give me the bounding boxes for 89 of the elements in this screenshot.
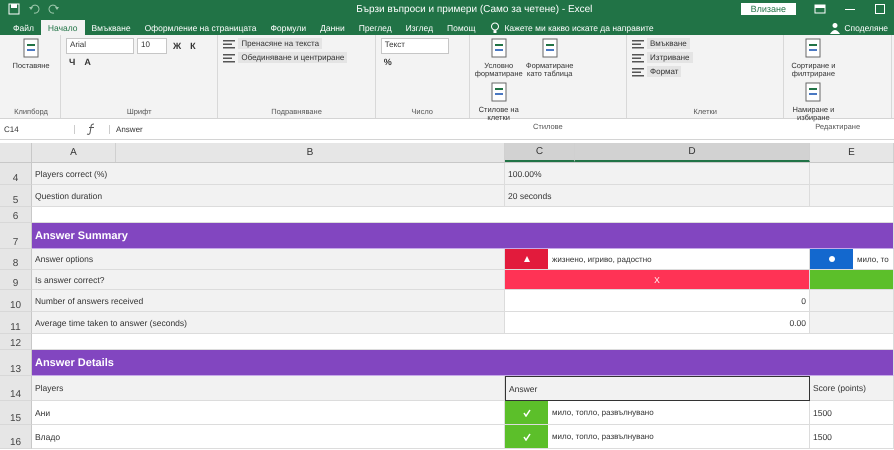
dropdown-field[interactable]: 10 (137, 38, 167, 54)
check-icon (522, 408, 530, 416)
menu-tab[interactable]: Вмъкване (84, 20, 138, 35)
document-icon[interactable] (803, 82, 824, 104)
correctness-cell: X (505, 270, 810, 290)
lines-icon (223, 38, 236, 48)
format-button[interactable]: A (81, 57, 94, 67)
dropdown-field[interactable]: Arial (66, 38, 134, 54)
lines-icon (223, 52, 236, 62)
lines-icon (632, 52, 644, 62)
row-header[interactable]: 6 (0, 207, 32, 223)
row-header[interactable]: 13 (0, 350, 32, 376)
format-button[interactable]: Ч (66, 57, 78, 67)
menu-tab[interactable]: Файл (6, 20, 41, 35)
table-cell: Question duration (32, 185, 505, 207)
document-icon[interactable] (488, 38, 509, 60)
table-cell: Is answer correct? (32, 270, 505, 290)
lightbulb-icon (490, 22, 500, 34)
table-cell: Владо (32, 425, 505, 449)
lines-icon (632, 66, 644, 76)
column-header[interactable]: C (505, 143, 575, 162)
tell-me-search[interactable]: Кажете ми какво искате да направите (504, 22, 654, 32)
menu-tab[interactable]: Помощ (440, 20, 482, 35)
maximize-icon[interactable] (874, 3, 886, 15)
circle-icon (828, 255, 836, 263)
table-cell: Players (32, 376, 505, 401)
table-cell: Players correct (%) (32, 163, 505, 185)
row-header[interactable]: 9 (0, 270, 32, 290)
row-header[interactable]: 7 (0, 223, 32, 249)
document-icon[interactable] (21, 38, 41, 60)
document-icon[interactable] (540, 38, 560, 60)
table-cell: 100.00% (505, 163, 810, 185)
redo-icon[interactable] (48, 3, 60, 15)
document-icon[interactable] (803, 38, 824, 60)
ribbon-button[interactable]: Обединяване и центриране (238, 52, 348, 63)
check-icon (522, 432, 530, 440)
ribbon-options-icon[interactable] (814, 3, 826, 15)
row-header[interactable]: 15 (0, 401, 32, 425)
lines-icon (632, 38, 644, 48)
row-header[interactable]: 12 (0, 334, 32, 350)
triangle-icon (522, 255, 530, 263)
menu-tab[interactable]: Формули (263, 20, 314, 35)
table-cell-text: мило, топло, развълнувано (551, 408, 654, 417)
format-button[interactable]: % (380, 57, 395, 67)
document-icon[interactable] (488, 82, 509, 104)
column-header[interactable]: D (575, 143, 810, 162)
column-header[interactable]: A (32, 143, 116, 162)
table-cell: Answer options (32, 249, 505, 270)
undo-icon[interactable] (28, 3, 40, 15)
table-cell: Ани (32, 401, 505, 425)
row-header[interactable]: 16 (0, 425, 32, 449)
table-cell: 0 (505, 290, 810, 312)
ribbon-button[interactable]: Формат (647, 66, 682, 77)
table-cell: Number of answers received (32, 290, 505, 312)
section-header: Answer Details (32, 350, 894, 376)
row-header[interactable]: 11 (0, 312, 32, 334)
table-cell: 0.00 (505, 312, 810, 334)
table-cell: 1500 (810, 425, 894, 449)
format-button[interactable]: К (187, 38, 199, 54)
format-button[interactable]: Ж (170, 38, 184, 54)
menu-tab[interactable]: Данни (313, 20, 352, 35)
sign-in-button[interactable]: Влизане (740, 3, 796, 15)
window-title: Бързи въпроси и примери (Само за четене) - Excel (355, 4, 594, 14)
ribbon-button[interactable]: Вмъкване (647, 38, 690, 49)
save-icon[interactable] (8, 3, 20, 15)
menu-tab[interactable]: Преглед (352, 20, 399, 35)
menu-tab[interactable]: Изглед (398, 20, 440, 35)
row-header[interactable]: 14 (0, 376, 32, 401)
row-header[interactable]: 4 (0, 163, 32, 185)
table-cell: Answer (505, 376, 810, 401)
section-header: Answer Summary (32, 223, 894, 249)
name-box[interactable]: C14 (4, 124, 75, 134)
table-cell-text: жизнено, игриво, радостно (551, 254, 652, 264)
menu-tab[interactable]: Оформление на страницата (138, 20, 264, 35)
table-cell: Score (points) (810, 376, 894, 401)
row-header[interactable]: 8 (0, 249, 32, 270)
table-cell: Average time taken to answer (seconds) (32, 312, 505, 334)
row-header[interactable]: 10 (0, 290, 32, 312)
column-header[interactable]: E (810, 143, 894, 162)
dropdown-field[interactable]: Текст (380, 38, 449, 54)
ribbon-button[interactable]: Изтриване (647, 52, 693, 63)
table-cell: 20 seconds (505, 185, 810, 207)
ribbon-button[interactable]: Пренасяне на текста (238, 38, 322, 49)
table-cell-text: мило, топло, развълнувано (551, 432, 654, 441)
table-cell-text: мило, то (856, 254, 889, 264)
row-header[interactable]: 5 (0, 185, 32, 207)
share-button[interactable]: Споделяне (844, 22, 888, 32)
menu-tab[interactable]: Начало (40, 20, 85, 35)
table-cell: 1500 (810, 401, 894, 425)
